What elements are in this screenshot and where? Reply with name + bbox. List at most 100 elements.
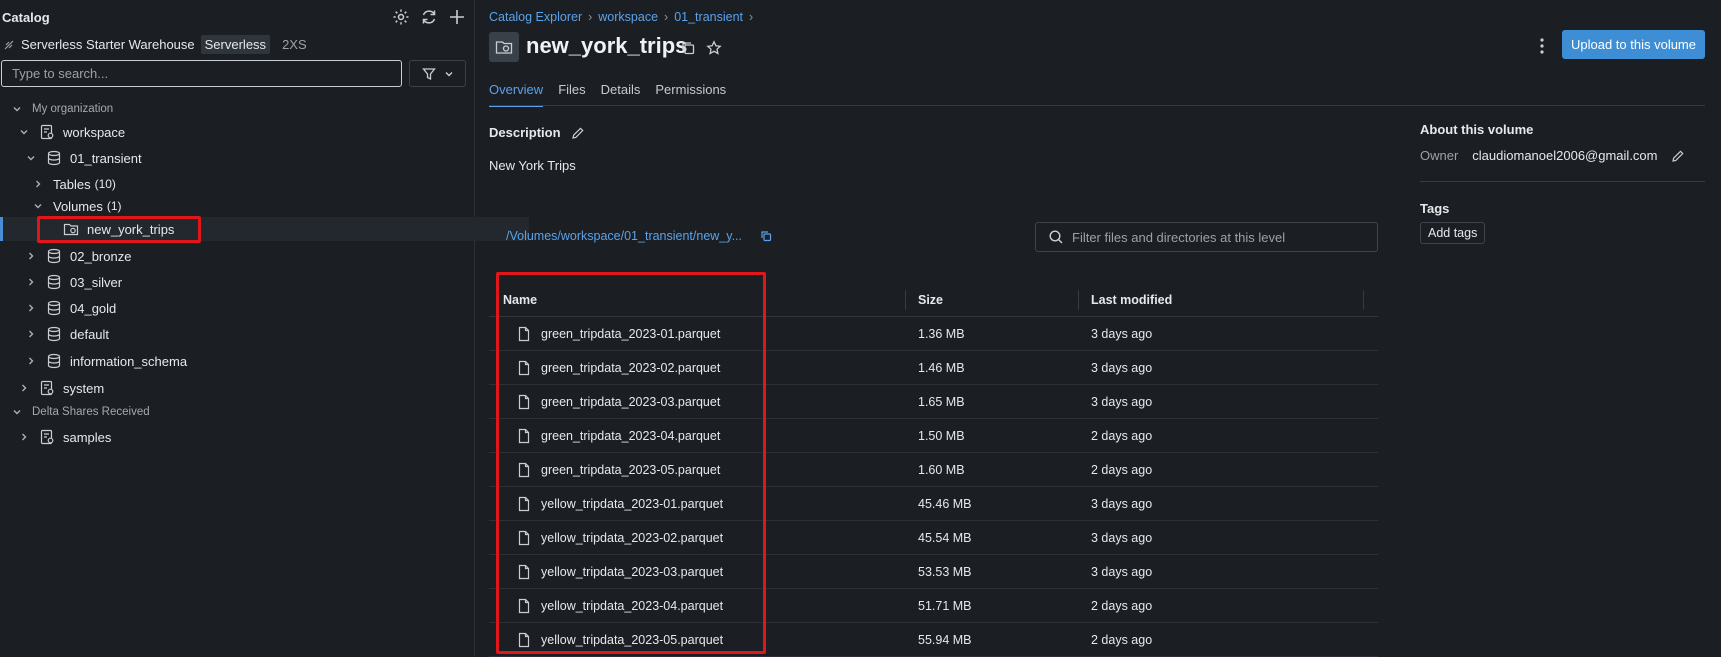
table-row[interactable]: green_tripdata_2023-05.parquet 1.60 MB 2 d…	[489, 453, 1378, 487]
tree-label: Delta Shares Received	[32, 406, 150, 418]
table-row[interactable]: green_tripdata_2023-03.parquet 1.65 MB 3 d…	[489, 385, 1378, 419]
tree-item-system[interactable]: system	[0, 376, 483, 400]
file-name-cell: yellow_tripdata_2023-01.parquet	[489, 496, 906, 512]
description-heading-label: Description	[489, 125, 561, 140]
file-size: 1.36 MB	[918, 326, 965, 341]
table-row[interactable]: yellow_tripdata_2023-05.parquet 55.94 MB 2…	[489, 623, 1378, 657]
edit-pencil-icon[interactable]	[571, 126, 585, 140]
file-icon	[517, 564, 531, 580]
tab-files[interactable]: Files	[558, 82, 585, 107]
breadcrumb-workspace[interactable]: workspace	[598, 10, 658, 24]
file-name[interactable]: yellow_tripdata_2023-05.parquet	[541, 633, 723, 647]
refresh-icon[interactable]	[420, 8, 438, 26]
column-divider[interactable]	[1363, 290, 1364, 310]
table-header: Name Size Last modified	[489, 284, 1378, 317]
tree-section-my-organization[interactable]: My organization	[0, 97, 476, 121]
tree-item-04-gold[interactable]: 04_gold	[0, 296, 490, 320]
catalog-icon	[39, 124, 55, 140]
table-row[interactable]: yellow_tripdata_2023-04.parquet 51.71 MB 2…	[489, 589, 1378, 623]
column-header-size[interactable]: Size	[906, 293, 1079, 307]
sidebar-actions	[392, 8, 466, 26]
tree-item-default[interactable]: default	[0, 322, 490, 346]
table-row[interactable]: yellow_tripdata_2023-03.parquet 53.53 MB 3…	[489, 555, 1378, 589]
file-name[interactable]: green_tripdata_2023-05.parquet	[541, 463, 720, 477]
column-divider[interactable]	[905, 290, 906, 310]
more-options-icon[interactable]	[1534, 36, 1550, 56]
tree-section-delta-shares[interactable]: Delta Shares Received	[0, 400, 476, 424]
tree-label: 03_silver	[70, 274, 123, 290]
file-icon	[517, 496, 531, 512]
tab-permissions[interactable]: Permissions	[655, 82, 726, 107]
upload-to-volume-button[interactable]: Upload to this volume	[1562, 30, 1705, 59]
owner-email: claudiomanoel2006@gmail.com	[1472, 148, 1658, 163]
tree-label: information_schema	[70, 353, 188, 369]
filter-button[interactable]	[409, 60, 466, 87]
edit-pencil-icon[interactable]	[1671, 149, 1685, 163]
file-icon	[517, 394, 531, 410]
file-name[interactable]: green_tripdata_2023-01.parquet	[541, 327, 720, 341]
tree-item-workspace[interactable]: workspace	[0, 120, 483, 144]
schema-icon	[46, 274, 62, 290]
column-header-last-modified[interactable]: Last modified	[1079, 293, 1378, 307]
filter-files-input[interactable]: Filter files and directories at this lev…	[1035, 222, 1378, 252]
tree-item-samples[interactable]: samples	[0, 425, 483, 449]
tab-overview[interactable]: Overview	[489, 82, 544, 107]
tree-item-information-schema[interactable]: information_schema	[0, 349, 490, 373]
file-size: 45.46 MB	[918, 496, 972, 511]
file-name[interactable]: green_tripdata_2023-02.parquet	[541, 361, 720, 375]
sidebar-title: Catalog	[2, 10, 50, 25]
file-name[interactable]: yellow_tripdata_2023-04.parquet	[541, 599, 723, 613]
table-row[interactable]: yellow_tripdata_2023-01.parquet 45.46 MB 3…	[489, 487, 1378, 521]
table-row[interactable]: yellow_tripdata_2023-02.parquet 45.54 MB 3…	[489, 521, 1378, 555]
tree-label: 04_gold	[70, 300, 117, 316]
chevron-right-icon	[24, 301, 38, 315]
table-row[interactable]: green_tripdata_2023-02.parquet 1.46 MB 3 d…	[489, 351, 1378, 385]
chevron-right-icon	[24, 249, 38, 263]
volume-icon	[63, 221, 79, 237]
file-last-modified: 2 days ago	[1091, 462, 1153, 477]
warehouse-selector[interactable]: Serverless Starter Warehouse Serverless …	[3, 35, 307, 54]
tree-item-volumes[interactable]: Volumes (1)	[0, 194, 497, 218]
file-name[interactable]: yellow_tripdata_2023-01.parquet	[541, 497, 723, 511]
add-icon[interactable]	[448, 8, 466, 26]
tree-item-new-york-trips[interactable]: new_york_trips	[0, 217, 529, 241]
file-name[interactable]: green_tripdata_2023-04.parquet	[541, 429, 720, 443]
volume-icon	[489, 32, 519, 62]
add-tags-button[interactable]: Add tags	[1420, 222, 1486, 244]
tree-label: Volumes	[53, 198, 103, 214]
breadcrumb-catalog-explorer[interactable]: Catalog Explorer	[489, 10, 582, 24]
shared-catalog-icon	[39, 429, 55, 445]
column-divider[interactable]	[1078, 290, 1079, 310]
description-text: New York Trips	[489, 158, 576, 173]
tree-item-02-bronze[interactable]: 02_bronze	[0, 244, 490, 268]
file-size: 55.94 MB	[918, 632, 972, 647]
tree-item-01-transient[interactable]: 01_transient	[0, 146, 490, 170]
tables-count: (10)	[94, 177, 116, 191]
owner-row: Owner claudiomanoel2006@gmail.com	[1420, 148, 1685, 163]
column-header-name[interactable]: Name	[489, 293, 906, 307]
file-name[interactable]: yellow_tripdata_2023-02.parquet	[541, 531, 723, 545]
file-name[interactable]: green_tripdata_2023-03.parquet	[541, 395, 720, 409]
tree-item-03-silver[interactable]: 03_silver	[0, 270, 490, 294]
tree-item-tables[interactable]: Tables (10)	[0, 172, 497, 196]
breadcrumb-01-transient[interactable]: 01_transient	[674, 10, 743, 24]
schema-icon	[46, 353, 62, 369]
file-name-cell: green_tripdata_2023-02.parquet	[489, 360, 906, 376]
file-name[interactable]: yellow_tripdata_2023-03.parquet	[541, 565, 723, 579]
copy-icon[interactable]	[760, 230, 772, 242]
owner-label: Owner	[1420, 148, 1459, 163]
breadcrumb-separator: ›	[664, 10, 669, 24]
table-row[interactable]: green_tripdata_2023-04.parquet 1.50 MB 2 d…	[489, 419, 1378, 453]
file-icon	[517, 428, 531, 444]
gear-icon[interactable]	[392, 8, 410, 26]
chevron-down-icon	[24, 151, 38, 165]
schema-icon	[46, 326, 62, 342]
catalog-search-input[interactable]: Type to search...	[1, 60, 402, 87]
about-divider	[1420, 181, 1705, 182]
tab-details[interactable]: Details	[601, 82, 641, 107]
star-icon[interactable]	[706, 40, 722, 56]
tab-bar: Overview Files Details Permissions	[489, 82, 726, 107]
table-row[interactable]: green_tripdata_2023-01.parquet 1.36 MB 3 d…	[489, 317, 1378, 351]
copy-icon[interactable]	[680, 40, 696, 56]
volume-path-link[interactable]: /Volumes/workspace/01_transient/new_y...	[506, 229, 772, 243]
